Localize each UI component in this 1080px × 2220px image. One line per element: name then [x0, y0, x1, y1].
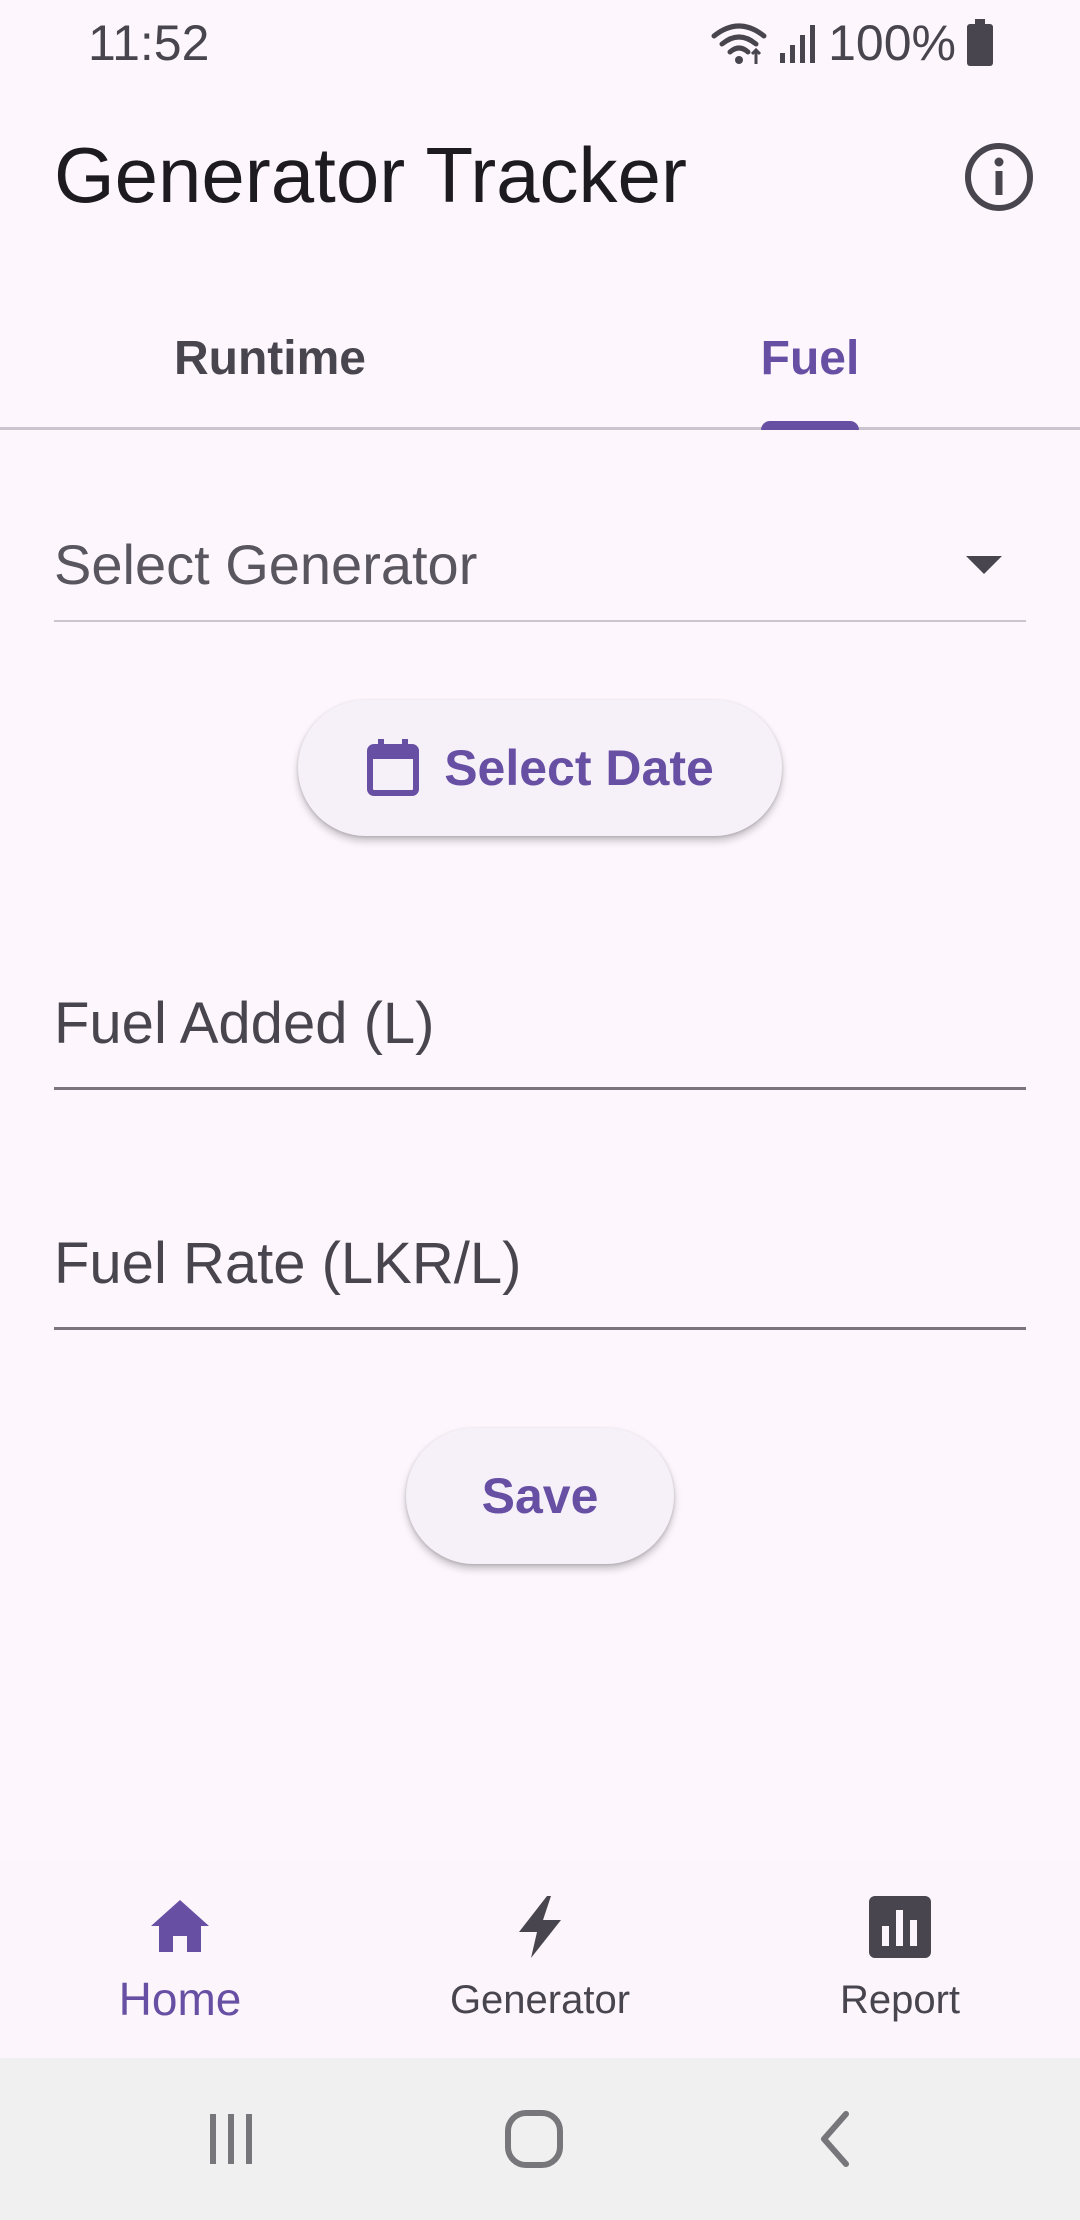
bar-chart-icon	[869, 1896, 931, 1958]
nav-item-home[interactable]: Home	[0, 1862, 360, 2058]
info-icon	[965, 143, 1033, 211]
generator-dropdown[interactable]: Select Generator	[54, 520, 1026, 622]
fuel-rate-field	[54, 1200, 1026, 1330]
nav-home-label: Home	[118, 1973, 242, 2025]
tab-fuel[interactable]: Fuel	[540, 290, 1080, 430]
system-navigation-bar	[0, 2058, 1080, 2220]
generator-dropdown-label: Select Generator	[54, 533, 478, 596]
arrow-drop-down-icon	[966, 556, 1002, 574]
wifi-icon	[711, 23, 767, 64]
fuel-rate-input[interactable]	[54, 1200, 1026, 1327]
nav-generator-label: Generator	[449, 1978, 631, 2022]
nav-report-label: Report	[839, 1978, 961, 2022]
select-date-label: Select Date	[444, 740, 714, 796]
page-title: Generator Tracker	[54, 131, 687, 219]
bottom-navigation: Home Generator Report	[0, 1862, 1080, 2058]
fuel-added-input[interactable]	[54, 960, 1026, 1087]
status-bar: 11:52 100%	[0, 0, 1080, 86]
tab-fuel-label: Fuel	[760, 332, 860, 385]
nav-item-report[interactable]: Report	[720, 1862, 1080, 2058]
active-tab-indicator	[761, 421, 859, 430]
status-indicators: 100%	[710, 14, 994, 72]
info-button[interactable]	[962, 140, 1036, 214]
calendar-icon	[367, 739, 420, 796]
save-button[interactable]: Save	[406, 1428, 674, 1564]
home-icon	[151, 1900, 209, 1952]
tab-bar: Runtime Fuel	[0, 290, 1080, 430]
back-icon[interactable]	[802, 2104, 872, 2174]
battery-icon	[967, 19, 993, 66]
home-circle-icon[interactable]	[499, 2104, 569, 2174]
nav-item-generator[interactable]: Generator	[360, 1862, 720, 2058]
select-date-button[interactable]: Select Date	[298, 700, 782, 836]
status-time: 11:52	[88, 15, 210, 71]
signal-icon	[780, 25, 816, 63]
fuel-added-field	[54, 960, 1026, 1090]
tab-runtime-label: Runtime	[174, 332, 366, 385]
tab-runtime[interactable]: Runtime	[0, 290, 540, 427]
recents-icon[interactable]	[196, 2104, 266, 2174]
battery-percent: 100%	[828, 15, 956, 71]
bolt-icon	[519, 1896, 561, 1958]
